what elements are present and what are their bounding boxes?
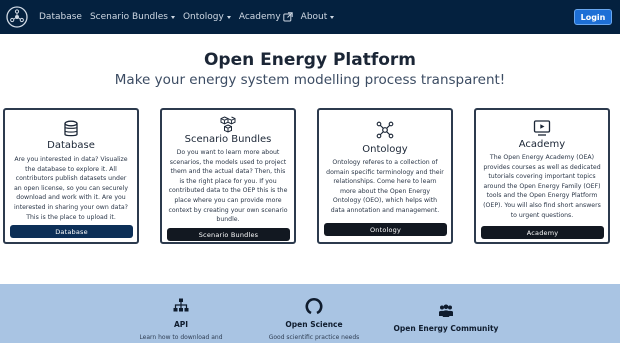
page-subtitle: Make your energy system modelling proces… [114, 72, 506, 88]
feature-open-science: Open Science Good scientific practice ne… [254, 297, 374, 341]
feature-api-text: Learn how to download and [139, 334, 223, 341]
external-link-icon [282, 12, 293, 22]
nav-academy-label: Academy [238, 12, 281, 22]
card-scenario-bundles-text: Do you want to learn more about scenario… [168, 149, 288, 224]
ontology-button[interactable]: Ontology [324, 223, 447, 236]
monitor-play-icon [533, 120, 551, 136]
nav-database-label: Database [39, 12, 82, 22]
academy-button[interactable]: Academy [481, 226, 604, 239]
feature-community: Open Energy Community [386, 304, 506, 333]
nav-ontology[interactable]: Ontology [183, 12, 231, 22]
feature-api-title: API [173, 320, 189, 329]
feature-open-science-text: Good scientific practice needs [268, 334, 360, 341]
card-database-text: Are you interested in data? Visualize th… [14, 156, 128, 221]
card-scenario-bundles-title: Scenario Bundles [184, 134, 272, 145]
community-icon [439, 304, 453, 317]
top-navbar: Database Scenario Bundles Ontology Acade… [0, 0, 620, 34]
page-title: Open Energy Platform [203, 50, 417, 70]
features-band: API Learn how to download and Open Scien… [0, 284, 620, 343]
nav-about[interactable]: About [301, 12, 335, 22]
nav-academy[interactable]: Academy [239, 12, 293, 22]
card-database: Database Are you interested in data? Vis… [3, 108, 139, 244]
scenario-bundles-button[interactable]: Scenario Bundles [167, 228, 290, 241]
card-ontology-text: Ontology referes to a collection of doma… [326, 159, 444, 214]
chevron-down-icon [170, 15, 175, 19]
nav-menu: Database Scenario Bundles Ontology Acade… [39, 0, 342, 34]
database-button[interactable]: Database [10, 225, 133, 238]
api-tree-icon [173, 298, 189, 312]
feature-open-science-title: Open Science [285, 320, 343, 329]
card-ontology: Ontology Ontology referes to a collectio… [317, 108, 453, 244]
nav-about-label: About [300, 12, 328, 22]
nav-ontology-label: Ontology [182, 12, 224, 22]
feature-community-title: Open Energy Community [393, 324, 499, 333]
nav-scenario-bundles-label: Scenario Bundles [89, 12, 168, 22]
oep-logo-icon[interactable] [6, 6, 28, 28]
network-icon [376, 121, 394, 139]
card-academy: Academy The Open Energy Academy (OEA) pr… [474, 108, 610, 244]
cubes-icon [220, 116, 236, 133]
nav-scenario-bundles[interactable]: Scenario Bundles [90, 12, 175, 22]
chevron-down-icon [226, 15, 231, 19]
card-academy-title: Academy [518, 139, 566, 150]
feature-api: API Learn how to download and [131, 298, 231, 341]
nav-database[interactable]: Database [39, 12, 82, 22]
login-button[interactable]: Login [574, 9, 612, 25]
database-icon [64, 120, 78, 137]
card-database-title: Database [47, 140, 95, 151]
card-scenario-bundles: Scenario Bundles Do you want to learn mo… [160, 108, 296, 244]
card-ontology-title: Ontology [362, 144, 408, 155]
card-academy-text: The Open Energy Academy (OEA) provides c… [483, 154, 601, 219]
chevron-down-icon [330, 15, 335, 19]
open-science-icon [305, 297, 323, 315]
